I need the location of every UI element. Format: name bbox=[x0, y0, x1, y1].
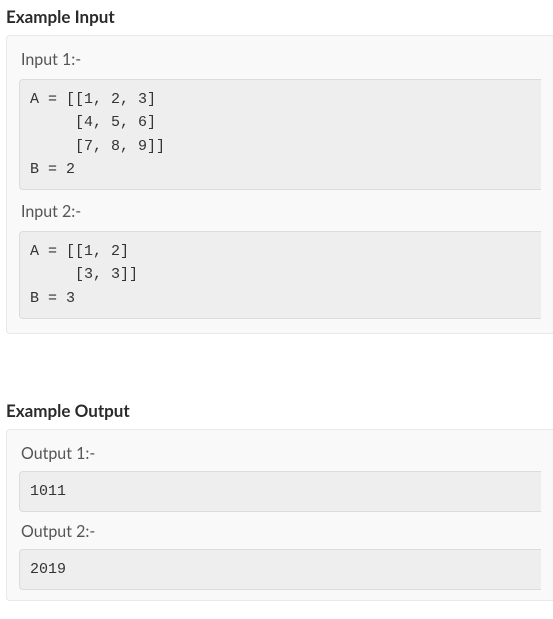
example-output-panel: Output 1:- 1011 Output 2:- 2019 bbox=[6, 429, 553, 602]
input-1-code: A = [[1, 2, 3] [4, 5, 6] [7, 8, 9]] B = … bbox=[19, 79, 541, 190]
example-output-section: Example Output Output 1:- 1011 Output 2:… bbox=[0, 394, 553, 602]
input-1-label: Input 1:- bbox=[21, 50, 541, 69]
input-2-label: Input 2:- bbox=[21, 202, 541, 221]
input-2-code: A = [[1, 2] [3, 3]] B = 3 bbox=[19, 231, 541, 319]
section-gap bbox=[0, 334, 553, 394]
example-input-panel: Input 1:- A = [[1, 2, 3] [4, 5, 6] [7, 8… bbox=[6, 35, 553, 334]
example-output-heading: Example Output bbox=[0, 394, 553, 429]
example-input-section: Example Input Input 1:- A = [[1, 2, 3] [… bbox=[0, 0, 553, 334]
output-2-label: Output 2:- bbox=[21, 522, 541, 541]
output-2-code: 2019 bbox=[19, 549, 541, 590]
output-1-code: 1011 bbox=[19, 471, 541, 512]
output-1-label: Output 1:- bbox=[21, 444, 541, 463]
example-input-heading: Example Input bbox=[0, 0, 553, 35]
